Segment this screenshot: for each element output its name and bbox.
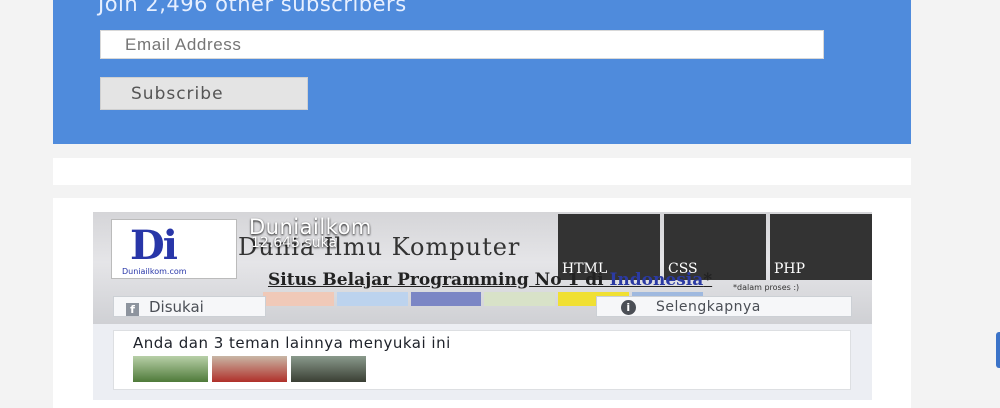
facebook-page-plugin: Dunia Ilmu Komputer HTML CSS PHP Situs B… (93, 212, 872, 400)
logo-mark: Di (130, 222, 178, 269)
friend-photos (133, 356, 366, 382)
learn-more-button[interactable]: i Selengkapnya (596, 296, 852, 317)
learn-more-label: Selengkapnya (656, 299, 761, 315)
logo-url: Duniailkom.com (122, 267, 187, 276)
friend-photo[interactable] (291, 356, 366, 382)
liked-label: Disukai (149, 298, 204, 316)
css3-badge (336, 292, 408, 306)
html5-badge (263, 292, 334, 306)
cover-note: *dalam proses :) (733, 283, 800, 292)
page-logo[interactable]: Di Duniailkom.com (111, 219, 237, 279)
cover-subtitle: Situs Belajar Programming No 1 di Indone… (268, 270, 713, 290)
subscriber-count-text: Join 2,496 other subscribers (98, 0, 407, 16)
liked-button[interactable]: f Disukai (113, 296, 266, 317)
friend-photo[interactable] (212, 356, 287, 382)
mysql-badge (484, 292, 556, 306)
empty-widget (53, 158, 911, 185)
like-count: 12.645 suka (251, 235, 338, 251)
friends-like-text: Anda dan 3 teman lainnya menyukai ini (133, 334, 451, 352)
info-icon: i (621, 300, 636, 315)
friends-like-panel: Anda dan 3 teman lainnya menyukai ini (113, 330, 851, 390)
thumbnail-php: PHP (770, 214, 872, 280)
side-tab[interactable] (996, 332, 1000, 368)
facebook-icon: f (126, 303, 139, 316)
email-field[interactable] (100, 30, 824, 59)
friend-photo[interactable] (133, 356, 208, 382)
php-badge (410, 292, 482, 306)
subscribe-widget (53, 0, 911, 144)
subscribe-button[interactable]: Subscribe (100, 77, 308, 110)
